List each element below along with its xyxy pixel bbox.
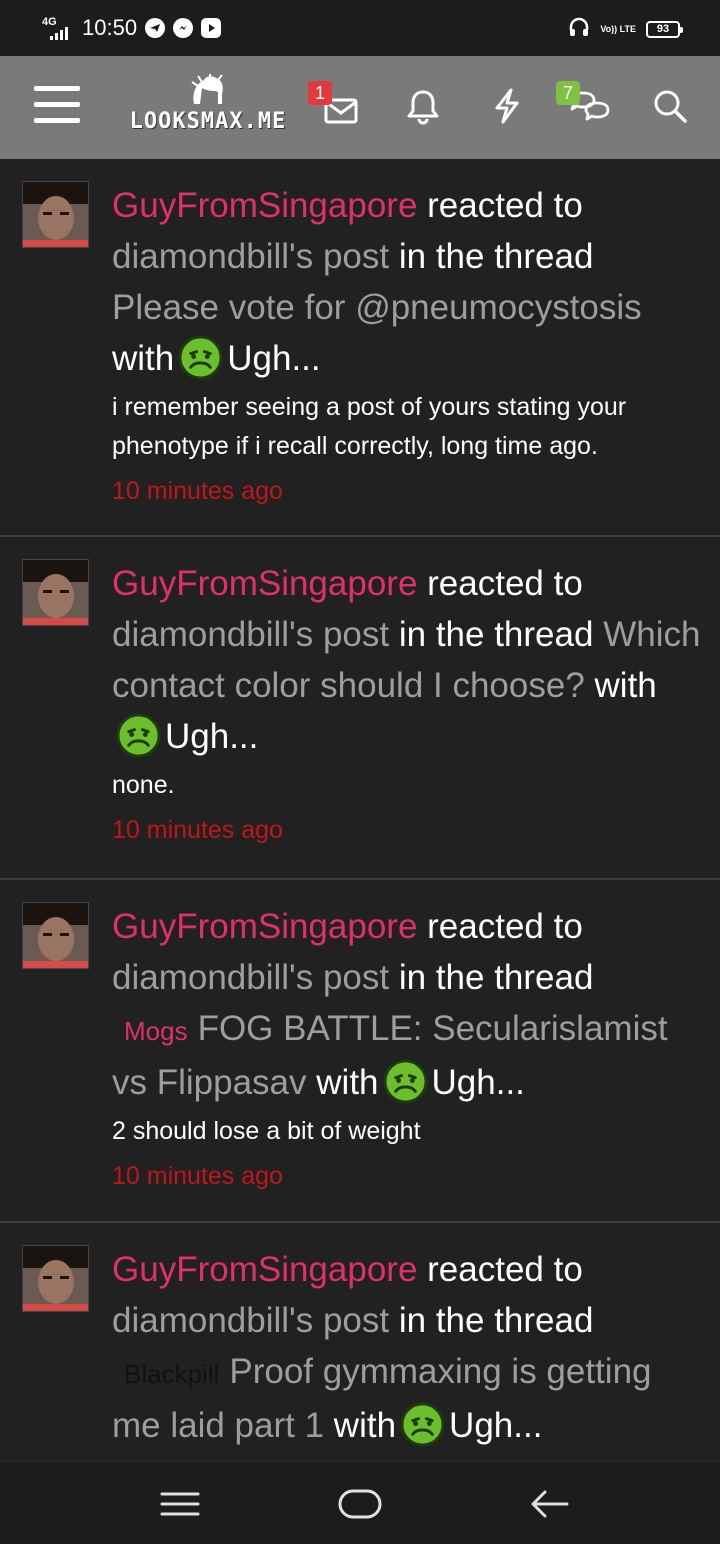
alerts-button[interactable] bbox=[403, 86, 443, 126]
username-link[interactable]: GuyFromSingapore bbox=[112, 564, 417, 603]
alert-text: GuyFromSingapore reacted to diamondbill'… bbox=[112, 901, 702, 1108]
in-thread-text: in the thread bbox=[398, 237, 594, 276]
alert-text: GuyFromSingapore reacted to diamondbill'… bbox=[112, 180, 702, 384]
username-link[interactable]: GuyFromSingapore bbox=[112, 907, 417, 946]
search-icon bbox=[654, 90, 687, 123]
post-link[interactable]: diamondbill's post bbox=[112, 237, 389, 276]
nauseated-face-icon bbox=[383, 1059, 428, 1104]
reaction-text: Ugh... bbox=[227, 339, 321, 378]
username-link[interactable]: GuyFromSingapore bbox=[112, 1250, 417, 1289]
back-icon[interactable] bbox=[525, 1482, 575, 1526]
headphones-icon bbox=[568, 16, 590, 43]
conversations-button[interactable]: 7 bbox=[556, 81, 612, 126]
action-text: reacted to bbox=[427, 907, 583, 946]
avatar[interactable] bbox=[22, 559, 89, 626]
username-link[interactable]: GuyFromSingapore bbox=[112, 186, 417, 225]
post-snippet: 2 should lose a bit of weight bbox=[112, 1117, 421, 1145]
post-link[interactable]: diamondbill's post bbox=[112, 958, 389, 997]
avatar[interactable] bbox=[22, 902, 89, 969]
in-thread-text: in the thread bbox=[398, 615, 594, 654]
nauseated-face-icon bbox=[116, 713, 161, 758]
system-nav-bar bbox=[0, 1461, 720, 1544]
volte-icon: Vo)) LTE bbox=[600, 24, 636, 34]
reaction-text: Ugh... bbox=[431, 1063, 525, 1102]
avatar[interactable] bbox=[22, 1245, 89, 1312]
whats-new-button[interactable] bbox=[487, 86, 527, 126]
nauseated-face-icon bbox=[178, 335, 223, 380]
youtube-icon bbox=[201, 18, 222, 38]
in-thread-text: in the thread bbox=[398, 1301, 594, 1340]
post-snippet: none. bbox=[112, 771, 175, 799]
timestamp[interactable]: 10 minutes ago bbox=[112, 472, 702, 510]
logo-hair-icon bbox=[188, 74, 228, 108]
timestamp[interactable]: 10 minutes ago bbox=[112, 1157, 702, 1195]
action-text: reacted to bbox=[427, 564, 583, 603]
site-logo[interactable]: LOOKSMAX.ME bbox=[118, 74, 298, 144]
alert-item[interactable]: GuyFromSingapore reacted to diamondbill'… bbox=[0, 159, 720, 537]
post-snippet: i remember seeing a post of yours statin… bbox=[112, 393, 627, 460]
bell-icon bbox=[407, 90, 439, 125]
reaction-text: Ugh... bbox=[165, 717, 259, 756]
action-text: reacted to bbox=[427, 1250, 583, 1289]
inbox-badge: 1 bbox=[308, 81, 332, 105]
with-text: with bbox=[333, 1406, 397, 1445]
site-header: LOOKSMAX.ME 1 7 bbox=[0, 56, 720, 159]
battery-icon: 93 bbox=[646, 21, 683, 38]
avatar[interactable] bbox=[22, 181, 89, 248]
logo-text: LOOKSMAX.ME bbox=[129, 109, 287, 134]
alert-text: GuyFromSingapore reacted to diamondbill'… bbox=[112, 1244, 702, 1451]
thread-prefix[interactable]: Blackpill bbox=[124, 1359, 219, 1389]
alert-item[interactable]: GuyFromSingapore reacted to diamondbill'… bbox=[0, 1223, 720, 1461]
thread-prefix[interactable]: Mogs bbox=[124, 1016, 188, 1046]
with-text: with bbox=[594, 666, 657, 705]
reaction-text: Ugh... bbox=[449, 1406, 543, 1445]
status-right: Vo)) LTE 93 bbox=[568, 16, 683, 43]
messenger-icon bbox=[173, 18, 194, 38]
home-icon[interactable] bbox=[335, 1482, 385, 1526]
alert-text: GuyFromSingapore reacted to diamondbill'… bbox=[112, 558, 702, 762]
hamburger-icon[interactable] bbox=[34, 86, 80, 126]
status-bar: 4G 10:50 Vo)) LTE 93 bbox=[0, 0, 720, 56]
status-left: 4G 10:50 bbox=[40, 14, 222, 42]
alerts-feed: GuyFromSingapore reacted to diamondbill'… bbox=[0, 159, 720, 1461]
post-link[interactable]: diamondbill's post bbox=[112, 1301, 389, 1340]
recent-apps-icon[interactable] bbox=[155, 1482, 205, 1526]
signal-icon: 4G bbox=[40, 15, 74, 41]
with-text: with bbox=[112, 339, 175, 378]
conversations-badge: 7 bbox=[556, 81, 580, 105]
thread-title-link[interactable]: Please vote for @pneumocystosis bbox=[112, 288, 642, 327]
alert-item[interactable]: GuyFromSingapore reacted to diamondbill'… bbox=[0, 880, 720, 1223]
alert-item[interactable]: GuyFromSingapore reacted to diamondbill'… bbox=[0, 537, 720, 880]
bolt-icon bbox=[495, 88, 519, 124]
inbox-button[interactable]: 1 bbox=[308, 81, 360, 126]
action-text: reacted to bbox=[427, 186, 583, 225]
telegram-icon bbox=[145, 18, 166, 38]
search-button[interactable] bbox=[650, 86, 690, 126]
with-text: with bbox=[316, 1063, 379, 1102]
network-type: 4G bbox=[42, 16, 57, 28]
nauseated-face-icon bbox=[400, 1402, 445, 1447]
clock: 10:50 bbox=[82, 15, 138, 40]
post-link[interactable]: diamondbill's post bbox=[112, 615, 389, 654]
in-thread-text: in the thread bbox=[398, 958, 594, 997]
timestamp[interactable]: 10 minutes ago bbox=[112, 811, 702, 849]
